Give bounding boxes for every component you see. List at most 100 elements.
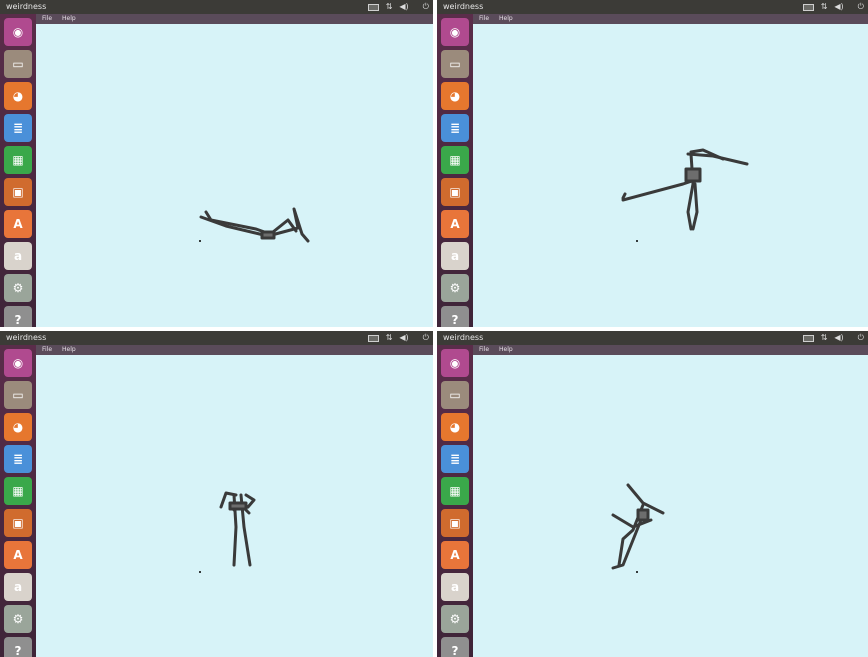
- menu-file[interactable]: File: [42, 14, 52, 24]
- menu-help[interactable]: Help: [62, 345, 76, 355]
- drawing-canvas[interactable]: [473, 355, 868, 657]
- menu-help[interactable]: Help: [499, 14, 513, 24]
- power-icon[interactable]: ⏻: [423, 0, 429, 14]
- launcher-glyph: ▦: [449, 484, 461, 498]
- launcher-glyph: A: [450, 217, 460, 231]
- keyboard-icon[interactable]: [802, 3, 814, 11]
- writer-icon[interactable]: ≣: [441, 445, 469, 473]
- launcher-glyph: ◉: [12, 25, 24, 39]
- origin-dot: [636, 240, 638, 242]
- settings-icon[interactable]: ⚙: [4, 274, 32, 302]
- launcher-glyph: ⚙: [12, 612, 24, 626]
- launcher-glyph: ▣: [12, 185, 24, 199]
- stick-figure: [199, 207, 310, 243]
- menu-file[interactable]: File: [479, 14, 489, 24]
- window-title: weirdness: [6, 2, 47, 11]
- indicator-area: ⇅ ◀) ⏻: [802, 0, 864, 14]
- firefox-icon[interactable]: ◕: [4, 413, 32, 441]
- dash-icon[interactable]: ◉: [4, 18, 32, 46]
- launcher-glyph: ?: [451, 313, 459, 327]
- drawing-canvas[interactable]: [36, 24, 433, 327]
- impress-icon[interactable]: ▣: [441, 178, 469, 206]
- menu-help[interactable]: Help: [499, 345, 513, 355]
- dash-icon[interactable]: ◉: [4, 349, 32, 377]
- launcher-glyph: ≣: [12, 121, 24, 135]
- top-panel: weirdness ⇅ ◀) ⏻: [0, 0, 433, 14]
- indicator-area: ⇅ ◀) ⏻: [802, 331, 864, 345]
- settings-icon[interactable]: ⚙: [441, 274, 469, 302]
- network-icon[interactable]: ⇅: [386, 331, 393, 345]
- power-icon[interactable]: ⏻: [858, 331, 864, 345]
- launcher-glyph: ≣: [449, 452, 461, 466]
- power-icon[interactable]: ⏻: [423, 331, 429, 345]
- launcher-glyph: ▦: [449, 153, 461, 167]
- writer-icon[interactable]: ≣: [441, 114, 469, 142]
- drawing-canvas[interactable]: [36, 355, 433, 657]
- launcher-glyph: ▭: [449, 57, 461, 71]
- calc-icon[interactable]: ▦: [4, 146, 32, 174]
- calc-icon[interactable]: ▦: [441, 146, 469, 174]
- settings-icon[interactable]: ⚙: [4, 605, 32, 633]
- window-title: weirdness: [443, 2, 484, 11]
- keyboard-icon[interactable]: [367, 3, 379, 11]
- launcher-glyph: ▭: [12, 388, 24, 402]
- impress-icon[interactable]: ▣: [4, 509, 32, 537]
- trash-icon[interactable]: ?: [4, 637, 32, 657]
- files-icon[interactable]: ▭: [4, 381, 32, 409]
- launcher-glyph: ≣: [12, 452, 24, 466]
- calc-icon[interactable]: ▦: [4, 477, 32, 505]
- menu-file[interactable]: File: [42, 345, 52, 355]
- impress-icon[interactable]: ▣: [4, 178, 32, 206]
- launcher-glyph: ◕: [12, 420, 24, 434]
- network-icon[interactable]: ⇅: [821, 0, 828, 14]
- trash-icon[interactable]: ?: [4, 306, 32, 327]
- software-center-icon[interactable]: A: [4, 541, 32, 569]
- network-icon[interactable]: ⇅: [821, 331, 828, 345]
- software-center-icon[interactable]: A: [441, 210, 469, 238]
- trash-icon[interactable]: ?: [441, 637, 469, 657]
- launcher-glyph: a: [13, 580, 23, 594]
- sound-icon[interactable]: ◀): [399, 331, 408, 345]
- dash-icon[interactable]: ◉: [441, 349, 469, 377]
- software-center-icon[interactable]: A: [4, 210, 32, 238]
- menu-help[interactable]: Help: [62, 14, 76, 24]
- launcher-glyph: A: [13, 217, 23, 231]
- keyboard-icon[interactable]: [367, 334, 379, 342]
- launcher-glyph: ◉: [449, 25, 461, 39]
- files-icon[interactable]: ▭: [441, 381, 469, 409]
- writer-icon[interactable]: ≣: [4, 445, 32, 473]
- dash-icon[interactable]: ◉: [441, 18, 469, 46]
- launcher-glyph: ◉: [449, 356, 461, 370]
- firefox-icon[interactable]: ◕: [441, 82, 469, 110]
- impress-icon[interactable]: ▣: [441, 509, 469, 537]
- firefox-icon[interactable]: ◕: [441, 413, 469, 441]
- launcher-glyph: A: [450, 548, 460, 562]
- drawing-canvas[interactable]: [473, 24, 868, 327]
- amazon-icon[interactable]: a: [441, 242, 469, 270]
- menu-file[interactable]: File: [479, 345, 489, 355]
- files-icon[interactable]: ▭: [441, 50, 469, 78]
- power-icon[interactable]: ⏻: [858, 0, 864, 14]
- launcher-glyph: ⚙: [12, 281, 24, 295]
- settings-icon[interactable]: ⚙: [441, 605, 469, 633]
- sound-icon[interactable]: ◀): [834, 331, 843, 345]
- top-panel: weirdness ⇅ ◀) ⏻: [0, 331, 433, 345]
- network-icon[interactable]: ⇅: [386, 0, 393, 14]
- sound-icon[interactable]: ◀): [834, 0, 843, 14]
- writer-icon[interactable]: ≣: [4, 114, 32, 142]
- keyboard-icon[interactable]: [802, 334, 814, 342]
- window-title: weirdness: [443, 333, 484, 342]
- firefox-icon[interactable]: ◕: [4, 82, 32, 110]
- trash-icon[interactable]: ?: [441, 306, 469, 327]
- launcher-glyph: ?: [451, 644, 459, 657]
- amazon-icon[interactable]: a: [4, 573, 32, 601]
- launcher-glyph: ▣: [449, 185, 461, 199]
- amazon-icon[interactable]: a: [4, 242, 32, 270]
- amazon-icon[interactable]: a: [441, 573, 469, 601]
- software-center-icon[interactable]: A: [441, 541, 469, 569]
- files-icon[interactable]: ▭: [4, 50, 32, 78]
- launcher-glyph: ▣: [449, 516, 461, 530]
- calc-icon[interactable]: ▦: [441, 477, 469, 505]
- origin-dot: [636, 571, 638, 573]
- sound-icon[interactable]: ◀): [399, 0, 408, 14]
